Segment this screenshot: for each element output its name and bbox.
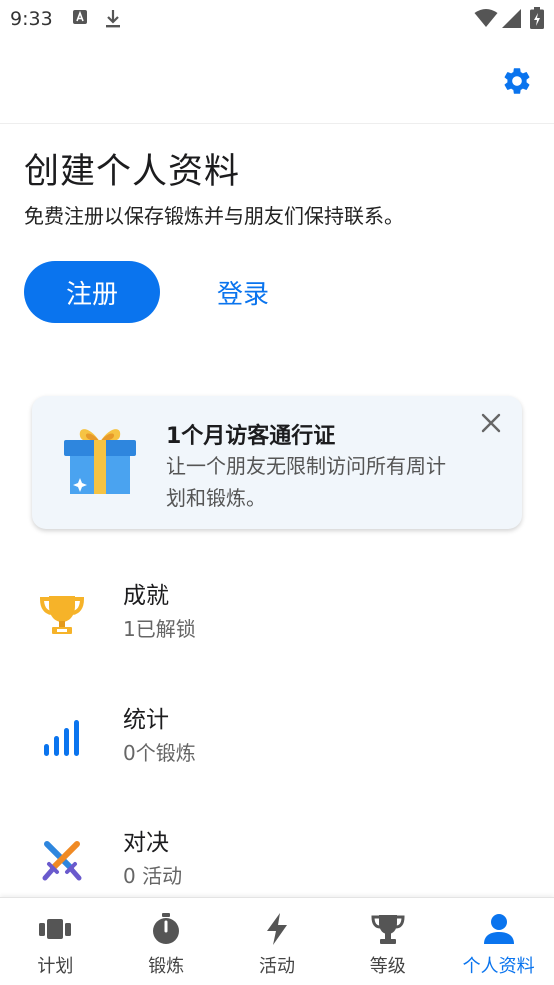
stat-title: 统计 [123,707,169,733]
promo-title: 1个月访客通行证 [166,424,336,449]
download-icon [104,9,122,33]
trophy-icon [371,912,405,946]
login-button[interactable]: 登录 [190,261,296,323]
settings-button[interactable] [500,64,534,98]
achievements-row[interactable]: 成就 1已解锁 [0,566,554,666]
crossed-swords-icon [36,835,88,887]
statistics-row[interactable]: 统计 0个锻炼 [0,690,554,790]
app-header [0,40,554,124]
nav-item-activity[interactable]: 活动 [222,898,333,985]
close-icon [481,413,501,433]
nav-item-plan[interactable]: 计划 [0,898,111,985]
stat-subtitle: 0 活动 [123,864,183,888]
nav-label: 活动 [258,956,295,977]
battery-icon [530,7,544,33]
status-bar: 9:33 [0,0,554,40]
nav-item-levels[interactable]: 等级 [332,898,443,985]
gift-icon [60,420,140,500]
lightning-icon [265,912,289,946]
stat-subtitle: 1已解锁 [123,617,196,641]
stopwatch-icon [151,912,181,946]
register-button[interactable]: 注册 [24,261,160,323]
stat-subtitle: 0个锻炼 [123,741,196,765]
signal-icon [502,9,522,32]
gear-icon [504,68,530,94]
nav-item-profile[interactable]: 个人资料 [443,898,554,985]
nav-label: 锻炼 [148,956,185,977]
bar-chart-icon [36,712,88,764]
trophy-icon [36,588,88,640]
guest-pass-card[interactable]: 1个月访客通行证 让一个朋友无限制访问所有周计划和锻炼。 [32,396,522,529]
plan-icon [38,912,72,946]
page-subtitle: 免费注册以保存锻炼并与朋友们保持联系。 [24,204,404,228]
wifi-icon [474,8,498,32]
promo-description: 让一个朋友无限制访问所有周计划和锻炼。 [166,454,446,510]
close-promo-button[interactable] [478,410,504,436]
nav-label: 等级 [369,956,406,977]
page-title: 创建个人资料 [24,152,241,192]
status-time: 9:33 [10,8,53,30]
bottom-nav: 计划 锻炼 活动 等级 个人资料 [0,897,554,985]
stat-title: 成就 [123,583,169,609]
nav-label: 计划 [37,956,74,977]
person-icon [483,912,515,946]
app-notification-icon [72,9,88,29]
stat-title: 对决 [123,830,169,856]
nav-label: 个人资料 [462,956,535,977]
nav-item-workout[interactable]: 锻炼 [111,898,222,985]
